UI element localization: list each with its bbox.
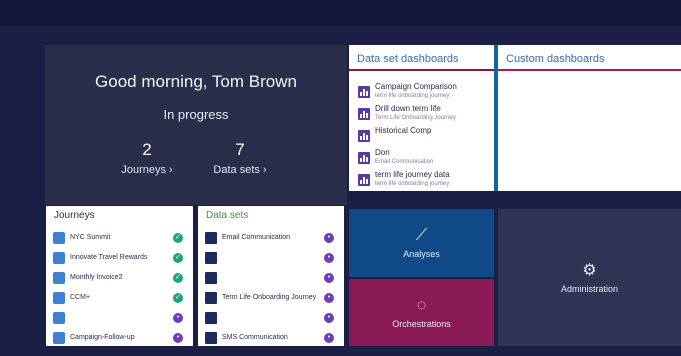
dataset-item[interactable]: SMS Communication • xyxy=(198,328,344,348)
administration-tile[interactable]: ⚙ Administration xyxy=(498,209,681,346)
welcome-card: Good morning, Tom Brown In progress 2 Jo… xyxy=(45,45,347,205)
bar-chart-icon xyxy=(358,86,370,98)
custom-dashboards-title: Custom dashboards xyxy=(498,45,681,71)
chevron-right-icon: › xyxy=(262,164,267,176)
dashboard-item[interactable]: Historical Comp xyxy=(349,126,494,147)
book-icon xyxy=(205,252,217,264)
dashboard-name: Drill down term life xyxy=(375,104,441,113)
journeys-count: 2 xyxy=(142,140,152,159)
dashboard-item[interactable]: Campaign Comparison term life onboarding… xyxy=(349,82,494,103)
status-icon: • xyxy=(324,333,334,343)
orchestrations-tile[interactable]: ◌ Orchestrations xyxy=(349,279,494,346)
book-icon xyxy=(205,272,217,284)
greeting-title: Good morning, Tom Brown xyxy=(95,72,297,91)
journey-icon xyxy=(53,312,65,324)
dataset-item[interactable]: Email Communication • xyxy=(198,228,344,248)
journey-item[interactable]: Innovate Travel Rewards ✓ xyxy=(46,248,193,268)
journey-item[interactable]: Monthly Invoice2 ✓ xyxy=(46,268,193,288)
journeys-panel: Journeys NYC Summit ✓ Innovate Travel Re… xyxy=(46,206,193,346)
bar-chart-icon xyxy=(358,108,370,120)
dashboard-item[interactable]: Drill down term life Term Life Onboardin… xyxy=(349,104,494,125)
dataset-item[interactable]: • xyxy=(198,308,344,328)
datasets-count: 7 xyxy=(235,140,245,159)
status-icon: • xyxy=(324,293,334,303)
status-icon: • xyxy=(173,313,183,323)
journey-icon xyxy=(53,272,65,284)
orchestrations-label: Orchestrations xyxy=(392,318,451,329)
status-check-icon: ✓ xyxy=(173,253,183,263)
bar-chart-icon xyxy=(358,174,370,186)
dataset-item[interactable]: Term Life Onboarding Journey • xyxy=(198,288,344,308)
administration-label: Administration xyxy=(560,283,619,294)
analytics-icon: ⟋ xyxy=(415,227,428,244)
dashboard-journey: Term Life Onboarding Journey xyxy=(375,115,456,121)
dataset-name: SMS Communication xyxy=(222,334,288,341)
data-set-dashboards-title: Data set dashboards xyxy=(349,45,494,71)
status-icon: • xyxy=(324,233,334,243)
analyses-tile[interactable]: ⟋ Analyses xyxy=(349,209,494,277)
journeys-count-label: Journeys xyxy=(121,164,166,176)
bar-chart-icon xyxy=(358,152,370,164)
journey-icon xyxy=(53,292,65,304)
journeys-count-link[interactable]: 2 Journeys › xyxy=(97,140,197,176)
book-icon xyxy=(205,292,217,304)
journey-icon xyxy=(53,332,65,344)
status-check-icon: ✓ xyxy=(173,273,183,283)
chevron-right-icon: › xyxy=(168,164,173,176)
journey-name: NYC Summit xyxy=(70,234,111,241)
status-check-icon: ✓ xyxy=(173,293,183,303)
journey-icon xyxy=(53,252,65,264)
journey-item[interactable]: CCM+ ✓ xyxy=(46,288,193,308)
journey-item[interactable]: Campaign-Follow-up • xyxy=(46,328,193,348)
dashboard-journey: term life onboarding journey xyxy=(375,93,450,99)
journey-item[interactable]: NYC Summit ✓ xyxy=(46,228,193,248)
datasets-count-link[interactable]: 7 Data sets › xyxy=(190,140,290,176)
dashboard-item[interactable]: term life journey data term life onboard… xyxy=(349,170,494,191)
data-set-dashboards: Data set dashboards Campaign Comparison … xyxy=(349,45,494,191)
journey-name: Innovate Travel Rewards xyxy=(70,254,148,261)
dataset-name: Email Communication xyxy=(222,234,291,241)
book-icon xyxy=(205,332,217,344)
bar-chart-icon xyxy=(358,130,370,142)
journey-name: CCM+ xyxy=(70,294,91,301)
dashboard-item[interactable]: Don Email Communication xyxy=(349,148,494,169)
custom-dashboards: Custom dashboards xyxy=(498,45,681,191)
datasets-title: Data sets xyxy=(206,210,249,221)
journeys-title: Journeys xyxy=(54,210,95,221)
dataset-item[interactable]: • xyxy=(198,248,344,268)
journey-item[interactable]: • xyxy=(46,308,193,328)
book-icon xyxy=(205,232,217,244)
journey-icon xyxy=(53,232,65,244)
status-heading: In progress xyxy=(163,107,229,122)
status-icon: • xyxy=(173,333,183,343)
gear-icon: ⚙ xyxy=(582,261,597,279)
orchestration-icon: ◌ xyxy=(416,296,427,314)
top-bar xyxy=(0,0,681,26)
journey-name: Monthly Invoice2 xyxy=(70,274,123,281)
journey-name: Campaign-Follow-up xyxy=(70,334,135,341)
dashboard-name: Don xyxy=(375,148,390,157)
dataset-item[interactable]: • xyxy=(198,268,344,288)
status-icon: • xyxy=(324,313,334,323)
datasets-count-label: Data sets xyxy=(213,164,260,176)
analyses-label: Analyses xyxy=(403,249,440,259)
dashboard-journey: Email Communication xyxy=(375,159,434,165)
dataset-name: Term Life Onboarding Journey xyxy=(222,294,317,301)
datasets-panel: Data sets Email Communication • • • Term… xyxy=(198,206,344,346)
dashboard-name: Campaign Comparison xyxy=(375,82,457,91)
status-icon: • xyxy=(324,273,334,283)
status-check-icon: ✓ xyxy=(173,233,183,243)
dashboard-journey: term life onboarding journey xyxy=(375,181,450,187)
book-icon xyxy=(205,312,217,324)
dashboards-panel: Data set dashboards Campaign Comparison … xyxy=(349,45,681,191)
status-icon: • xyxy=(324,253,334,263)
dashboard-name: Historical Comp xyxy=(375,126,432,135)
dashboard-name: term life journey data xyxy=(375,170,450,179)
